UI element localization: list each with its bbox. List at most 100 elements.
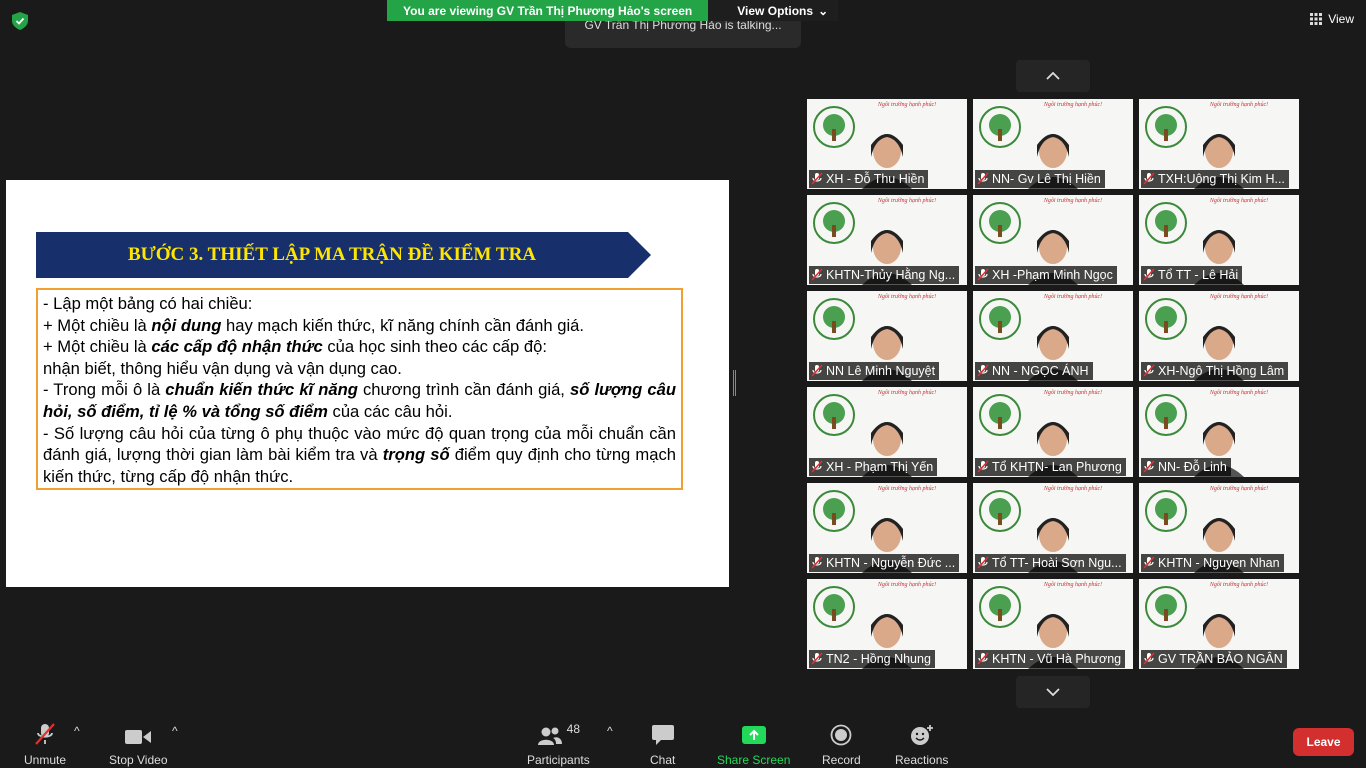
participant-name-label: GV TRẦN BẢO NGÂN bbox=[1141, 650, 1287, 668]
participant-name: Tổ TT- Hoài Sơn Ngu... bbox=[992, 556, 1122, 570]
participants-icon bbox=[537, 727, 562, 745]
svg-text:Ngôi trường hạnh phúc!: Ngôi trường hạnh phúc! bbox=[1209, 294, 1268, 300]
participant-name-label: XH -Phạm Minh Ngọc bbox=[975, 266, 1117, 284]
audio-options-caret[interactable]: ^ bbox=[74, 724, 80, 738]
participant-name: NN Lê Minh Nguyệt bbox=[826, 364, 936, 378]
view-button[interactable]: View bbox=[1310, 12, 1354, 26]
share-screen-label: Share Screen bbox=[717, 753, 791, 767]
muted-mic-icon bbox=[1143, 172, 1155, 185]
resize-handle[interactable] bbox=[733, 370, 736, 396]
participant-video-tile[interactable]: Ngôi trường hạnh phúc! XH - Đỗ Thu Hiền bbox=[807, 99, 967, 189]
participant-name: KHTN - Nguyễn Đức ... bbox=[826, 556, 956, 570]
participant-video-tile[interactable]: Ngôi trường hạnh phúc! TN2 - Hồng Nhung bbox=[807, 579, 967, 669]
svg-text:Ngôi trường hạnh phúc!: Ngôi trường hạnh phúc! bbox=[877, 486, 936, 492]
share-screen-icon bbox=[741, 726, 766, 744]
svg-text:Ngôi trường hạnh phúc!: Ngôi trường hạnh phúc! bbox=[1043, 102, 1102, 108]
muted-mic-icon bbox=[811, 364, 823, 377]
participant-video-tile[interactable]: Ngôi trường hạnh phúc! KHTN - Nguyễn Đức … bbox=[807, 483, 967, 573]
stop-video-label: Stop Video bbox=[109, 753, 168, 767]
muted-mic-icon bbox=[977, 172, 989, 185]
muted-mic-icon bbox=[1143, 652, 1155, 665]
participant-name-label: TN2 - Hồng Nhung bbox=[809, 650, 935, 668]
svg-text:Ngôi trường hạnh phúc!: Ngôi trường hạnh phúc! bbox=[877, 582, 936, 588]
gallery-page-up-button[interactable] bbox=[1016, 60, 1090, 92]
participant-name: NN- Đỗ Linh bbox=[1158, 460, 1227, 474]
chevron-up-icon bbox=[1046, 72, 1060, 80]
gallery-page-down-button[interactable] bbox=[1016, 676, 1090, 708]
muted-mic-icon bbox=[811, 268, 823, 281]
zoom-meeting-window: GV Trần Thị Phương Hảo is talking... You… bbox=[0, 0, 1366, 768]
participant-video-tile[interactable]: Ngôi trường hạnh phúc! KHTN-Thủy Hằng Ng.… bbox=[807, 195, 967, 285]
participant-name-label: NN - NGỌC ÁNH bbox=[975, 362, 1093, 380]
participant-video-tile[interactable]: Ngôi trường hạnh phúc! Tổ KHTN- Lan Phươn… bbox=[973, 387, 1133, 477]
participant-name: KHTN-Thủy Hằng Ng... bbox=[826, 268, 956, 282]
stop-video-button[interactable]: Stop Video bbox=[109, 722, 168, 767]
participant-video-tile[interactable]: Ngôi trường hạnh phúc! XH-Ngô Thị Hồng Lâ… bbox=[1139, 291, 1299, 381]
participant-name-label: KHTN - Vũ Hà Phương bbox=[975, 650, 1126, 668]
slide-line-3: + Một chiều là các cấp độ nhận thức của … bbox=[43, 337, 547, 357]
participants-options-caret[interactable]: ^ bbox=[607, 724, 613, 738]
participant-name-label: KHTN - Nguyễn Đức ... bbox=[809, 554, 960, 572]
security-shield-icon[interactable] bbox=[12, 12, 28, 30]
muted-mic-icon bbox=[811, 460, 823, 473]
svg-text:Ngôi trường hạnh phúc!: Ngôi trường hạnh phúc! bbox=[1043, 582, 1102, 588]
participant-video-tile[interactable]: Ngôi trường hạnh phúc! Tổ TT - Lê Hải bbox=[1139, 195, 1299, 285]
muted-mic-icon bbox=[811, 652, 823, 665]
view-label: View bbox=[1328, 12, 1354, 26]
participant-name-label: XH-Ngô Thị Hồng Lâm bbox=[1141, 362, 1289, 380]
participant-video-tile[interactable]: Ngôi trường hạnh phúc! NN- Đỗ Linh bbox=[1139, 387, 1299, 477]
slide-line-5: - Trong mỗi ô là chuẩn kiến thức kĩ năng… bbox=[43, 380, 676, 421]
slide-title: BƯỚC 3. THIẾT LẬP MA TRẬN ĐỀ KIỂM TRA bbox=[127, 244, 537, 265]
participant-name-label: TXH:Uông Thị Kim H... bbox=[1141, 170, 1289, 188]
leave-button[interactable]: Leave bbox=[1293, 728, 1354, 756]
muted-mic-icon bbox=[1143, 268, 1155, 281]
participant-name-label: KHTN - Nguyen Nhan bbox=[1141, 554, 1284, 572]
unmute-button[interactable]: Unmute bbox=[24, 722, 66, 767]
participant-name: XH - Đỗ Thu Hiền bbox=[826, 172, 925, 186]
participant-video-tile[interactable]: Ngôi trường hạnh phúc! Tổ TT- Hoài Sơn Ng… bbox=[973, 483, 1133, 573]
muted-mic-icon bbox=[977, 652, 989, 665]
participant-video-tile[interactable]: Ngôi trường hạnh phúc! XH -Phạm Minh Ngọc bbox=[973, 195, 1133, 285]
svg-text:Ngôi trường hạnh phúc!: Ngôi trường hạnh phúc! bbox=[1043, 390, 1102, 396]
muted-mic-icon bbox=[1143, 364, 1155, 377]
reactions-label: Reactions bbox=[895, 753, 949, 767]
share-screen-button[interactable]: Share Screen bbox=[717, 722, 790, 767]
chat-button[interactable]: Chat bbox=[650, 722, 675, 767]
participant-name: NN- Gv Lê Thị Hiền bbox=[992, 172, 1101, 186]
participant-video-tile[interactable]: Ngôi trường hạnh phúc! NN Lê Minh Nguyệt bbox=[807, 291, 967, 381]
participant-name-label: NN- Gv Lê Thị Hiền bbox=[975, 170, 1105, 188]
participant-name: XH - Phạm Thị Yến bbox=[826, 460, 934, 474]
view-options-button[interactable]: View Options ⌄ bbox=[708, 0, 839, 21]
video-options-caret[interactable]: ^ bbox=[172, 724, 178, 738]
participant-video-tile[interactable]: Ngôi trường hạnh phúc! XH - Phạm Thị Yến bbox=[807, 387, 967, 477]
muted-mic-icon bbox=[977, 460, 989, 473]
participant-video-tile[interactable]: Ngôi trường hạnh phúc! NN - NGỌC ÁNH bbox=[973, 291, 1133, 381]
participant-video-tile[interactable]: Ngôi trường hạnh phúc! GV TRẦN BẢO NGÂN bbox=[1139, 579, 1299, 669]
slide-line-4: nhận biết, thông hiểu vận dụng và vận dụ… bbox=[43, 358, 402, 378]
meeting-toolbar: Unmute ^ Stop Video ^ 48 Participants ^ … bbox=[0, 708, 1366, 768]
participant-video-tile[interactable]: Ngôi trường hạnh phúc! NN- Gv Lê Thị Hiền bbox=[973, 99, 1133, 189]
chat-label: Chat bbox=[650, 753, 676, 767]
muted-mic-icon bbox=[977, 556, 989, 569]
grid-view-icon bbox=[1310, 13, 1323, 25]
svg-text:Ngôi trường hạnh phúc!: Ngôi trường hạnh phúc! bbox=[877, 294, 936, 300]
participant-name-label: Tổ TT- Hoài Sơn Ngu... bbox=[975, 554, 1126, 572]
svg-text:Ngôi trường hạnh phúc!: Ngôi trường hạnh phúc! bbox=[1043, 486, 1102, 492]
unmute-label: Unmute bbox=[24, 753, 67, 767]
reactions-button[interactable]: Reactions bbox=[895, 722, 948, 767]
svg-text:Ngôi trường hạnh phúc!: Ngôi trường hạnh phúc! bbox=[877, 102, 936, 108]
participant-name: GV TRẦN BẢO NGÂN bbox=[1158, 652, 1283, 666]
svg-text:Ngôi trường hạnh phúc!: Ngôi trường hạnh phúc! bbox=[1209, 486, 1268, 492]
muted-mic-icon bbox=[977, 364, 989, 377]
svg-text:Ngôi trường hạnh phúc!: Ngôi trường hạnh phúc! bbox=[1209, 198, 1268, 204]
muted-mic-icon bbox=[977, 268, 989, 281]
slide-content-box: - Lập một bảng có hai chiều: + Một chiều… bbox=[36, 288, 683, 490]
participant-video-tile[interactable]: Ngôi trường hạnh phúc! KHTN - Nguyen Nhan bbox=[1139, 483, 1299, 573]
record-button[interactable]: Record bbox=[822, 722, 861, 767]
svg-text:Ngôi trường hạnh phúc!: Ngôi trường hạnh phúc! bbox=[877, 198, 936, 204]
participant-video-tile[interactable]: Ngôi trường hạnh phúc! TXH:Uông Thị Kim H… bbox=[1139, 99, 1299, 189]
participants-button[interactable]: 48 Participants bbox=[527, 722, 590, 767]
participant-name: XH-Ngô Thị Hồng Lâm bbox=[1158, 364, 1285, 378]
participant-video-tile[interactable]: Ngôi trường hạnh phúc! KHTN - Vũ Hà Phươn… bbox=[973, 579, 1133, 669]
participant-name: KHTN - Nguyen Nhan bbox=[1158, 556, 1280, 570]
